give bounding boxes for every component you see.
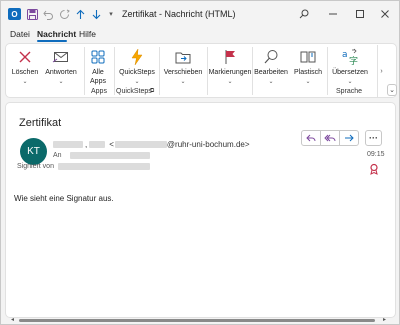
move-label: Verschieben	[163, 69, 203, 76]
message-body: Wie sieht eine Signatur aus.	[14, 194, 114, 203]
lightning-bolt-icon	[127, 47, 147, 67]
signature-certificate-icon[interactable]	[369, 163, 379, 175]
redacted-sender-name	[53, 141, 83, 148]
message-subject: Zertifikat	[19, 117, 62, 129]
scrollbar-thumb[interactable]	[19, 319, 375, 322]
delete-label: Löschen	[11, 69, 39, 76]
redacted-sender-name	[89, 141, 106, 148]
edit-label: Bearbeiten	[254, 69, 288, 76]
sender-avatar[interactable]: KT	[20, 138, 47, 165]
move-folder-icon	[173, 47, 193, 67]
apps-grid-icon	[88, 47, 108, 67]
tab-hilfe[interactable]: Hilfe	[79, 29, 96, 39]
reply-arrow-icon	[306, 134, 316, 141]
group-label-quicksteps: QuickSteps	[116, 88, 152, 95]
received-time: 09:15	[367, 151, 385, 158]
next-item-arrow-icon[interactable]	[89, 7, 103, 21]
magnifier-icon	[261, 47, 281, 67]
ribbon: Löschen ⌄ Antworten ⌄ Alle Apps Apps Qui…	[5, 43, 397, 98]
all-apps-button[interactable]: Alle Apps	[86, 47, 110, 86]
ribbon-separator	[327, 47, 328, 95]
flags-label: Markierungen	[208, 69, 252, 76]
ribbon-collapse-icon[interactable]: ⌄	[387, 84, 397, 96]
redacted-recipient	[69, 152, 150, 159]
chevron-down-icon: ⌄	[58, 78, 64, 85]
delete-x-icon	[15, 47, 35, 67]
maximize-button[interactable]	[350, 5, 370, 23]
sender-email-domain: @ruhr-uni-bochum.de>	[166, 140, 250, 149]
reply-all-arrow-icon	[324, 134, 336, 141]
window-title: Zertifikat - Nachricht (HTML)	[122, 9, 236, 19]
title-bar: O ▾ Zertifikat - Nachricht (HTML)	[1, 1, 399, 28]
forward-action-button[interactable]	[340, 131, 358, 145]
scroll-right-icon[interactable]: ▸	[383, 316, 386, 323]
close-button[interactable]	[375, 5, 395, 23]
ribbon-separator	[114, 47, 115, 95]
chevron-down-icon: ⌄	[134, 78, 140, 85]
chevron-down-icon: ⌄	[347, 78, 353, 85]
all-apps-label-line2: Apps	[90, 77, 106, 85]
immersive-reader-button[interactable]: Plastisch ⌄	[291, 47, 325, 85]
redacted-sender-email	[114, 141, 167, 148]
outlook-message-window: O ▾ Zertifikat - Nachricht (HTML) Datei …	[0, 0, 400, 325]
delete-button[interactable]: Löschen ⌄	[10, 47, 40, 85]
immersive-reader-book-icon	[298, 47, 318, 67]
translate-label: Übersetzen	[332, 69, 368, 76]
horizontal-scrollbar[interactable]: ◂ ▸	[11, 316, 389, 323]
outlook-app-icon[interactable]: O	[8, 8, 21, 20]
flag-icon	[220, 47, 240, 67]
reply-envelope-icon	[51, 47, 71, 67]
ribbon-separator	[84, 47, 85, 95]
reply-all-action-button[interactable]	[321, 131, 340, 145]
reply-label: Antworten	[45, 69, 77, 76]
reply-action-button[interactable]	[302, 131, 321, 145]
edit-button[interactable]: Bearbeiten ⌄	[253, 47, 289, 85]
immersive-reader-label: Plastisch	[293, 69, 322, 76]
tab-datei[interactable]: Datei	[10, 29, 30, 39]
signed-by-line: Signiert von	[17, 163, 150, 170]
reply-actions-group	[301, 130, 359, 146]
reply-button[interactable]: Antworten ⌄	[42, 47, 80, 85]
recipient-line[interactable]: An	[53, 152, 150, 159]
previous-item-arrow-icon[interactable]	[73, 7, 87, 21]
minimize-button[interactable]	[323, 5, 343, 23]
forward-arrow-icon	[345, 134, 354, 141]
group-label-sprache: Sprache	[336, 88, 363, 95]
sender-comma: ,	[85, 140, 88, 149]
translate-button[interactable]: a字 Übersetzen ⌄	[329, 47, 371, 85]
chevron-down-icon: ⌄	[180, 78, 186, 85]
chevron-down-icon: ⌄	[268, 78, 274, 85]
redacted-signer	[57, 163, 150, 170]
ribbon-scroll-right-icon[interactable]: ›	[377, 45, 385, 97]
flags-button[interactable]: Markierungen ⌄	[209, 47, 251, 85]
signed-by-label: Signiert von	[17, 163, 54, 170]
chevron-down-icon: ⌄	[305, 78, 311, 85]
dialog-launcher-icon[interactable]: ⧉	[150, 88, 154, 95]
quicksteps-label: QuickSteps	[119, 69, 155, 76]
search-icon[interactable]	[294, 5, 314, 23]
save-icon[interactable]	[25, 7, 39, 21]
ribbon-separator	[159, 47, 160, 95]
to-label: An	[53, 152, 62, 159]
move-button[interactable]: Verschieben ⌄	[161, 47, 205, 85]
svg-text:字: 字	[349, 55, 358, 66]
redo-icon[interactable]	[57, 7, 71, 21]
translate-icon: a字	[340, 47, 360, 67]
quicksteps-button[interactable]: QuickSteps ⌄	[116, 47, 158, 85]
more-actions-ellipsis-icon[interactable]: ···	[365, 130, 382, 146]
customize-toolbar-chevron-icon[interactable]: ▾	[104, 7, 118, 21]
chevron-down-icon: ⌄	[22, 78, 28, 85]
all-apps-label-line1: Alle	[92, 69, 104, 76]
active-tab-indicator	[37, 40, 67, 42]
sender-line[interactable]: , < @ruhr-uni-bochum.de>	[53, 140, 250, 149]
scroll-left-icon[interactable]: ◂	[11, 316, 14, 323]
tab-nachricht[interactable]: Nachricht	[37, 29, 76, 39]
undo-icon[interactable]	[41, 7, 55, 21]
svg-text:a: a	[342, 50, 348, 60]
chevron-down-icon: ⌄	[227, 78, 233, 85]
sender-open-bracket: <	[109, 140, 114, 149]
group-label-apps: Apps	[91, 88, 107, 95]
